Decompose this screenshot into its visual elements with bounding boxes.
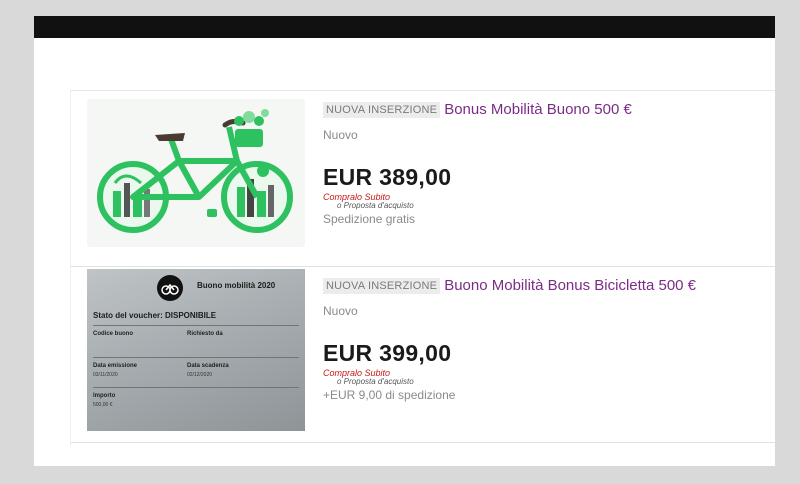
- voucher-code-label: Codice buono: [93, 331, 133, 337]
- listing-price: EUR 389,00: [323, 164, 452, 190]
- voucher-issue-label: Data emissione: [93, 363, 138, 369]
- voucher-amount-label: Importo: [93, 393, 116, 399]
- voucher-issue-date: 03/11/2020: [93, 372, 118, 378]
- new-listing-badge: NUOVA INSERZIONE: [323, 101, 441, 118]
- shipping-info: +EUR 9,00 di spedizione: [323, 388, 456, 402]
- listing-info: NUOVA INSERZIONE Bonus Mobilità Buono 500…: [323, 101, 763, 226]
- voucher-amount: 500,00 €: [93, 402, 113, 408]
- voucher-brand: Buono mobilità 2020: [197, 281, 276, 290]
- buy-options: Compralo Subito o Proposta d'acquisto: [323, 368, 763, 386]
- voucher-expiry-date: 02/12/2020: [187, 372, 213, 378]
- best-offer-label: o Proposta d'acquisto: [337, 377, 414, 386]
- listing-item[interactable]: NUOVA INSERZIONE Bonus Mobilità Buono 500…: [71, 91, 775, 267]
- listing-condition: Nuovo: [323, 128, 358, 142]
- listing-title[interactable]: Bonus Mobilità Buono 500 €: [444, 101, 632, 118]
- listing-image[interactable]: [87, 99, 305, 247]
- shipping-info: Spedizione gratis: [323, 212, 416, 226]
- top-bar: [34, 16, 775, 38]
- browser-screen: NUOVA INSERZIONE Bonus Mobilità Buono 500…: [34, 16, 775, 466]
- listing-image[interactable]: Buono mobilità 2020 Stato del voucher: D…: [87, 269, 305, 431]
- divider: [93, 357, 299, 358]
- divider: [93, 325, 299, 326]
- listing-item[interactable]: Buono mobilità 2020 Stato del voucher: D…: [71, 267, 775, 443]
- search-results: NUOVA INSERZIONE Bonus Mobilità Buono 500…: [70, 90, 775, 446]
- listing-condition: Nuovo: [323, 304, 358, 318]
- voucher-status: Stato del voucher: DISPONIBILE: [93, 311, 217, 320]
- new-listing-badge: NUOVA INSERZIONE: [323, 277, 441, 294]
- voucher-header: Buono mobilità 2020: [87, 269, 305, 305]
- voucher-requested-label: Richiesto da: [187, 331, 223, 337]
- bicycle-logo-icon: [157, 275, 183, 301]
- listing-info: NUOVA INSERZIONE Buono Mobilità Bonus Bic…: [323, 277, 763, 402]
- green-bicycle-icon: [97, 109, 293, 233]
- listing-title[interactable]: Buono Mobilità Bonus Bicicletta 500 €: [444, 277, 696, 294]
- divider: [93, 387, 299, 388]
- voucher-expiry-label: Data scadenza: [187, 363, 229, 369]
- buy-options: Compralo Subito o Proposta d'acquisto: [323, 192, 763, 210]
- listing-price: EUR 399,00: [323, 340, 452, 366]
- best-offer-label: o Proposta d'acquisto: [337, 201, 414, 210]
